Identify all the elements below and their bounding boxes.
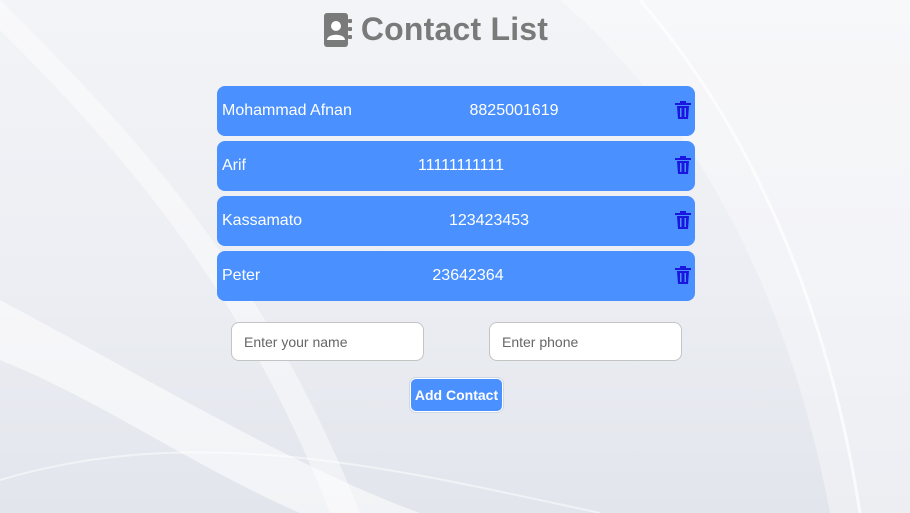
contact-row: Peter 23642364 [217, 251, 695, 301]
contact-row: Kassamato 123423453 [217, 196, 695, 246]
contact-phone: 8825001619 [469, 102, 559, 119]
contact-list: Mohammad Afnan 8825001619 Arif 111111111… [217, 86, 695, 306]
delete-icon[interactable] [675, 101, 691, 119]
contact-name: Arif [222, 157, 246, 174]
contact-phone: 23642364 [432, 267, 504, 284]
contact-phone: 11111111111 [417, 157, 505, 174]
contact-name: Mohammad Afnan [222, 102, 352, 119]
page-title-text: Contact List [360, 11, 549, 47]
address-book-icon [323, 12, 352, 47]
contact-phone: 123423453 [448, 212, 530, 229]
contact-list-page: Contact List Mohammad Afnan 8825001619 A… [0, 0, 910, 513]
contact-name: Peter [222, 267, 261, 284]
contact-row: Mohammad Afnan 8825001619 [217, 86, 695, 136]
contact-name: Kassamato [222, 212, 303, 229]
delete-icon[interactable] [675, 156, 691, 174]
contact-row: Arif 11111111111 [217, 141, 695, 191]
phone-input[interactable] [489, 322, 682, 361]
name-input[interactable] [231, 322, 424, 361]
delete-icon[interactable] [675, 211, 691, 229]
add-contact-button[interactable]: Add Contact [410, 378, 503, 412]
page-title: Contact List [0, 11, 872, 48]
delete-icon[interactable] [675, 266, 691, 284]
